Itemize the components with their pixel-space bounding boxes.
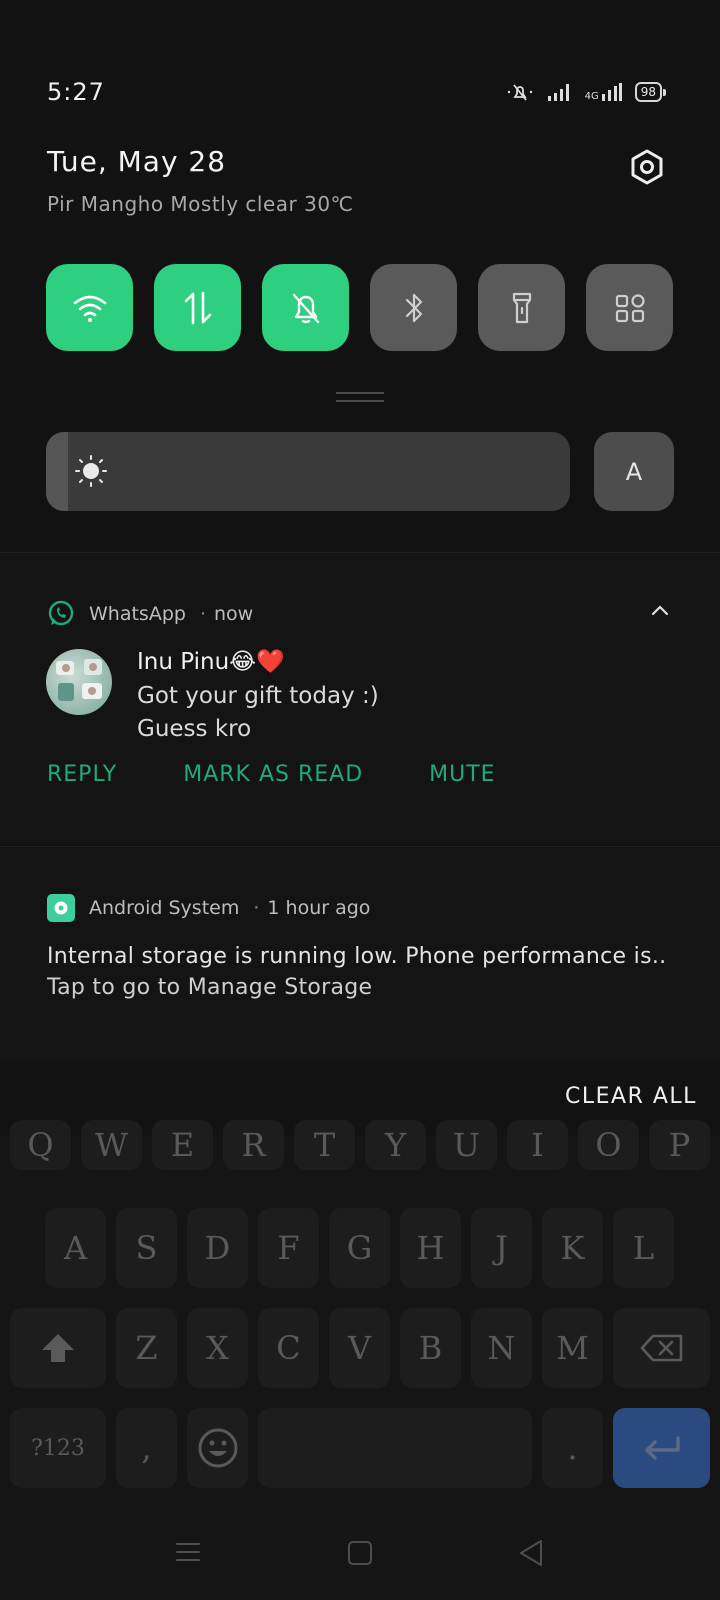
key-t[interactable]: T [294,1120,355,1170]
key-s[interactable]: S [116,1208,177,1288]
period-key[interactable]: . [542,1408,603,1488]
flashlight-tile[interactable] [478,264,565,351]
system-app-name: Android System [89,897,240,919]
comma-key[interactable]: , [116,1408,177,1488]
clear-all-button[interactable]: CLEAR ALL [565,1084,697,1109]
key-l[interactable]: L [613,1208,674,1288]
key-d[interactable]: D [187,1208,248,1288]
mobile-data-tile[interactable] [154,264,241,351]
key-p[interactable]: P [649,1120,710,1170]
message-line-1: Got your gift today :) [137,683,379,709]
whatsapp-app-name: WhatsApp [89,603,186,625]
whatsapp-app-row: WhatsApp · now [47,600,253,628]
key-x[interactable]: X [187,1308,248,1388]
enter-icon [644,1436,680,1460]
sun-icon [75,455,107,487]
chevron-up-icon[interactable] [650,603,670,617]
edit-tiles-tile[interactable] [586,264,673,351]
reply-button[interactable]: REPLY [47,762,117,787]
system-time: 1 hour ago [267,897,371,919]
back-icon[interactable] [517,1538,545,1568]
key-i[interactable]: I [507,1120,568,1170]
data-signal-icon: 4G [585,82,623,102]
enter-key[interactable] [613,1408,710,1488]
gear-icon [631,149,663,185]
weather-label: Pir Mangho Mostly clear 30℃ [47,192,354,216]
data-arrows-icon [184,291,211,324]
status-bar: 5:27 4G 98 [47,70,667,114]
wifi-icon [73,295,106,322]
message-sender: Inu Pinu😂❤️ [137,649,285,675]
backspace-key[interactable] [613,1308,710,1388]
home-icon[interactable] [347,1540,373,1566]
mute-tile[interactable] [262,264,349,351]
separator-dot: · [253,897,260,919]
mute-button[interactable]: MUTE [429,762,495,787]
key-z[interactable]: Z [116,1308,177,1388]
network-type-label: 4G [584,91,599,102]
grid-icon [615,293,645,322]
brightness-slider[interactable] [46,432,570,511]
menu-icon[interactable] [175,1540,201,1564]
key-v[interactable]: V [329,1308,390,1388]
quick-settings-tiles [46,264,673,351]
key-q[interactable]: Q [10,1120,71,1170]
battery-icon: 98 [634,82,667,102]
key-b[interactable]: B [400,1308,461,1388]
shift-icon [42,1334,74,1362]
flashlight-icon [512,292,531,323]
key-w[interactable]: W [81,1120,142,1170]
shift-key[interactable] [10,1308,106,1388]
avatar-image [56,659,102,701]
emoji-key[interactable] [187,1408,248,1488]
key-y[interactable]: Y [365,1120,426,1170]
key-c[interactable]: C [258,1308,319,1388]
key-o[interactable]: O [578,1120,639,1170]
bluetooth-icon [405,293,422,322]
separator-dot: · [199,603,206,625]
key-m[interactable]: M [542,1308,603,1388]
key-n[interactable]: N [471,1308,532,1388]
key-a[interactable]: A [45,1208,106,1288]
system-message-line-1: Internal storage is running low. Phone p… [47,944,667,969]
auto-brightness-button[interactable]: A [594,432,674,511]
notification-actions: REPLY MARK AS READ MUTE [47,762,496,787]
bluetooth-tile[interactable] [370,264,457,351]
key-f[interactable]: F [258,1208,319,1288]
navigation-bar [0,1530,720,1580]
mark-as-read-button[interactable]: MARK AS READ [183,762,363,787]
key-e[interactable]: E [152,1120,213,1170]
space-key[interactable] [258,1408,532,1488]
wifi-tile[interactable] [46,264,133,351]
message-line-2: Guess kro [137,716,252,742]
date-label: Tue, May 28 [47,145,227,178]
status-icons: 4G 98 [505,82,667,102]
whatsapp-time: now [214,603,254,625]
avatar [46,649,112,715]
mute-icon [507,84,532,101]
signal-icon [547,84,569,101]
status-time: 5:27 [47,78,105,106]
panel-drag-handle[interactable] [336,392,384,402]
key-j[interactable]: J [471,1208,532,1288]
settings-button[interactable] [628,148,666,186]
brightness-fill [46,432,68,511]
symbols-key[interactable]: ?123 [10,1408,106,1488]
key-u[interactable]: U [436,1120,497,1170]
whatsapp-icon [48,600,74,626]
emoji-icon [198,1428,237,1468]
key-g[interactable]: G [329,1208,390,1288]
system-app-row: Android System · 1 hour ago [47,894,370,922]
key-h[interactable]: H [400,1208,461,1288]
bell-off-icon [292,293,319,323]
key-r[interactable]: R [223,1120,284,1170]
android-system-icon [47,894,75,922]
system-message-line-2: Tap to go to Manage Storage [47,975,373,1000]
key-k[interactable]: K [542,1208,603,1288]
backspace-icon [640,1334,682,1362]
